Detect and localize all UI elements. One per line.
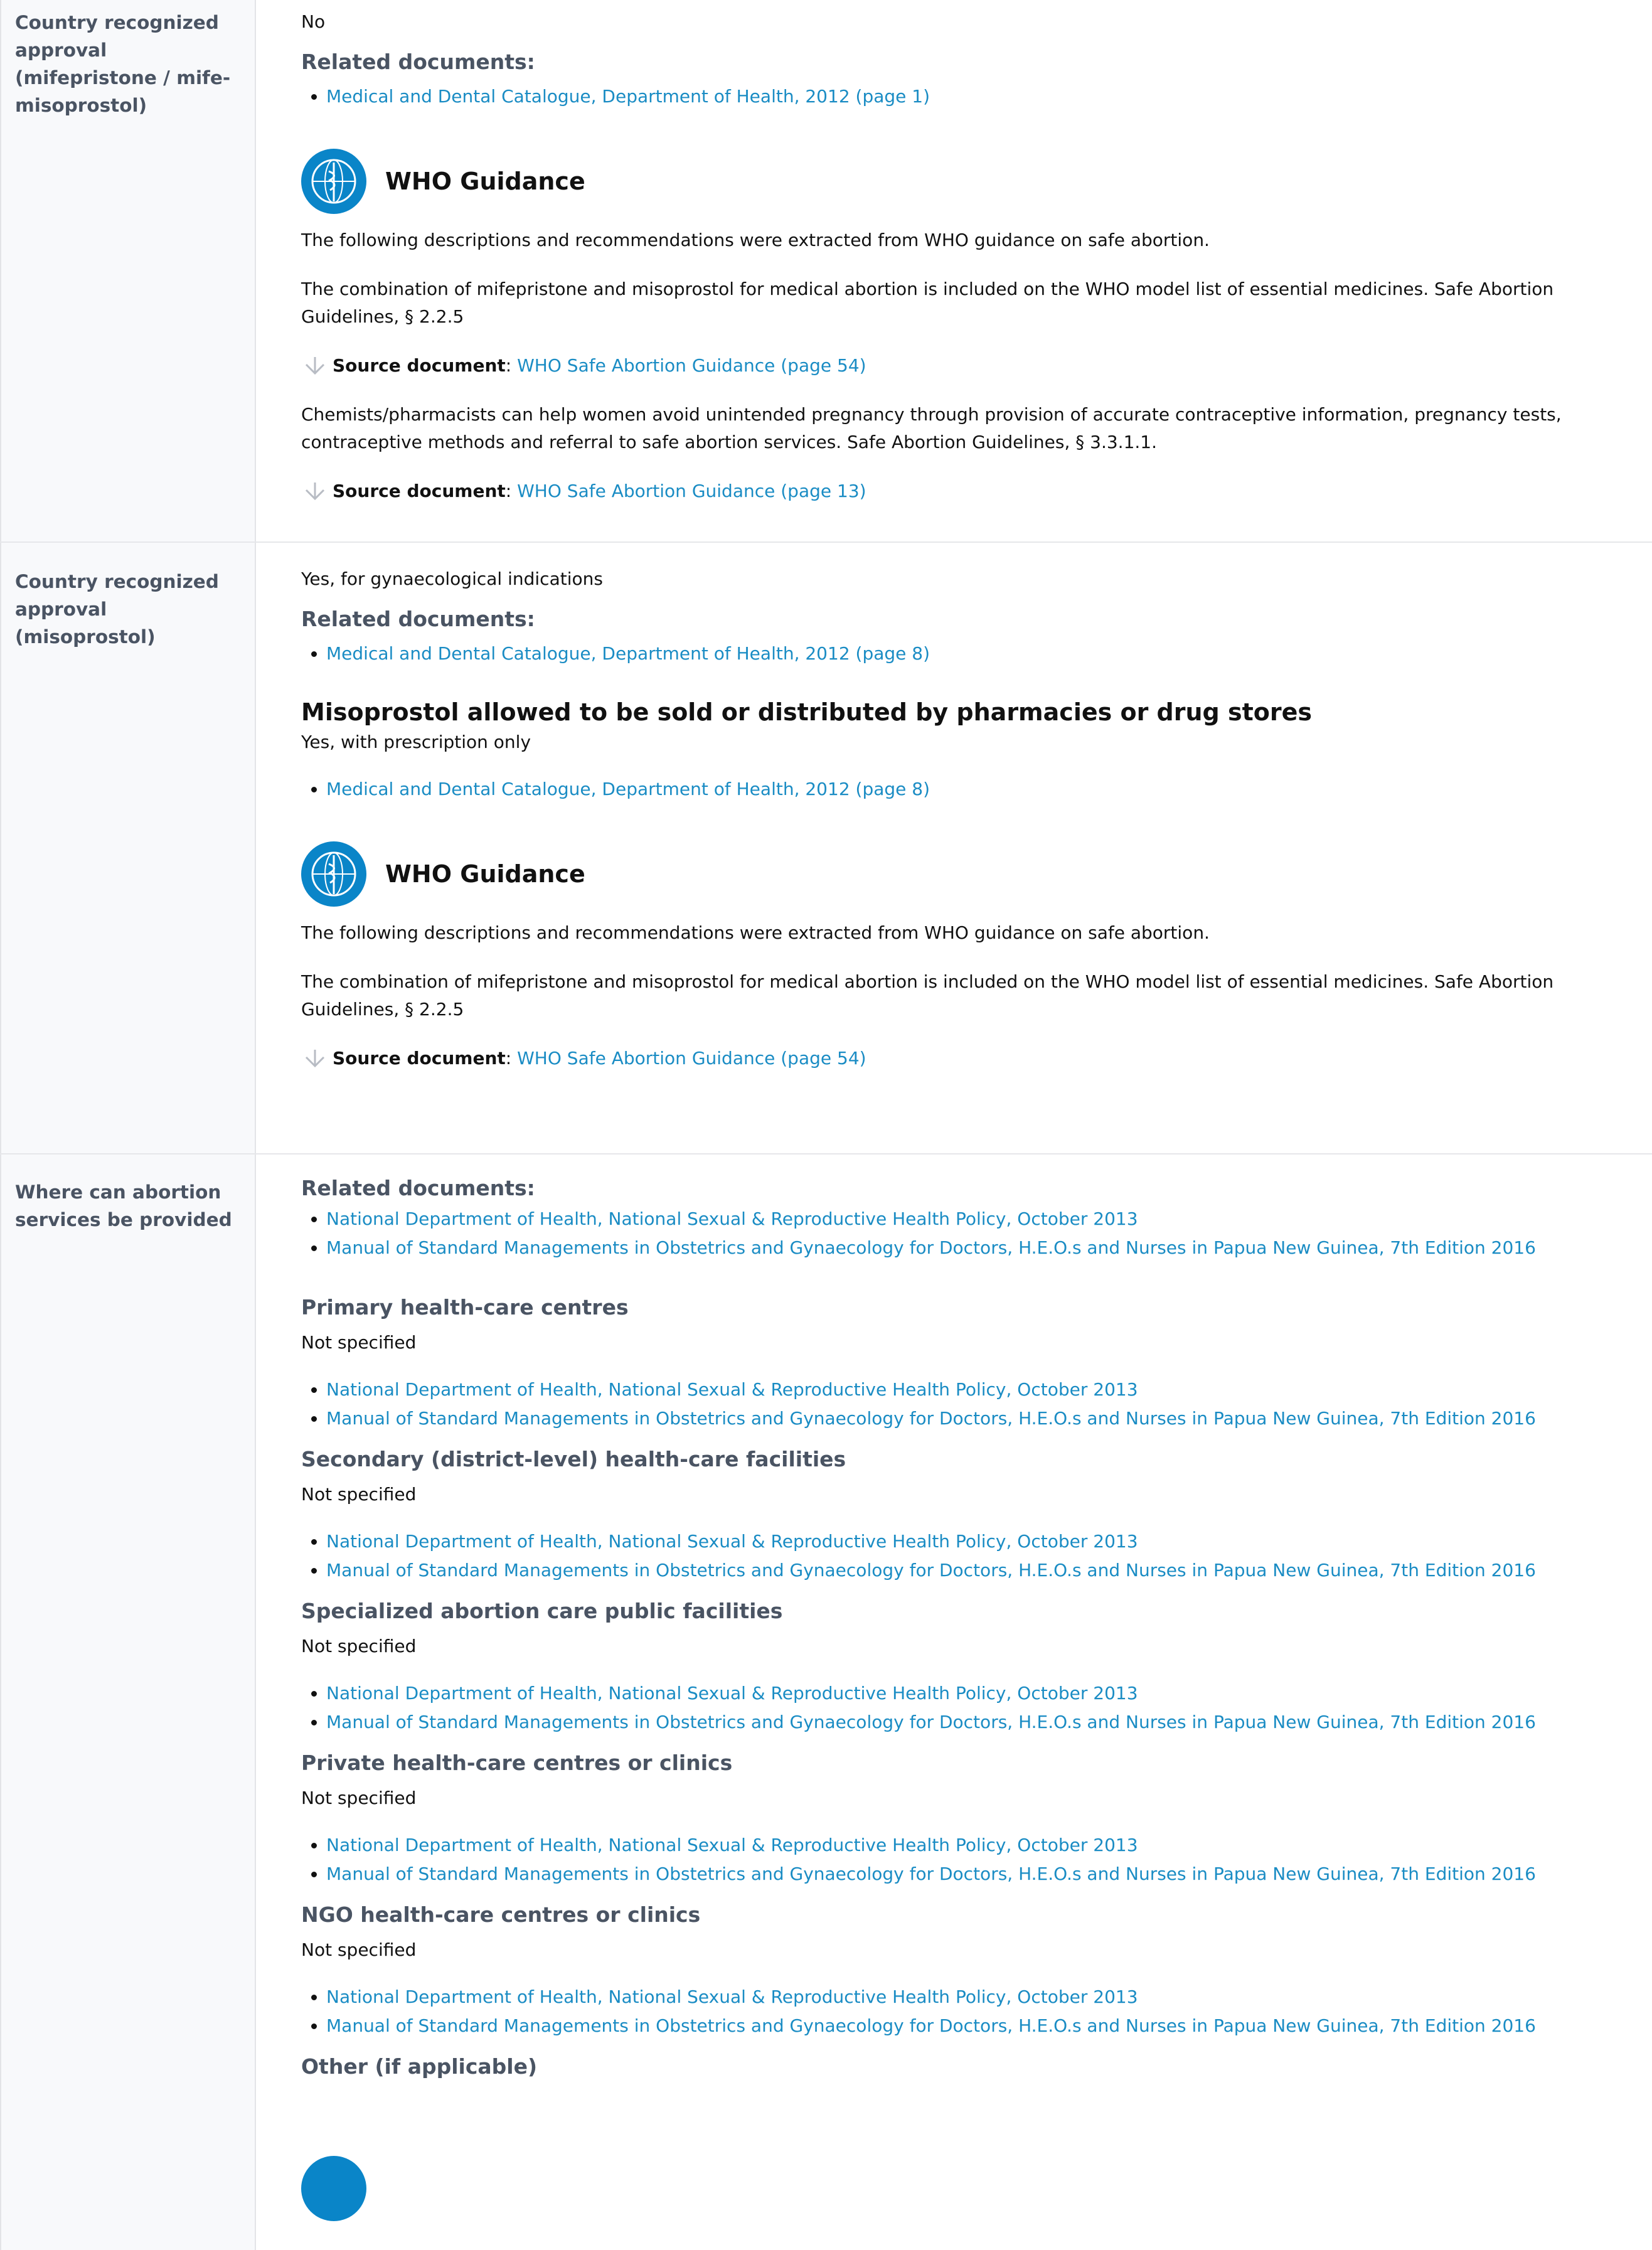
who-guidance-header: WHO Guidance [301, 149, 1629, 214]
related-documents-heading: Related documents: [301, 1176, 535, 1200]
document-link[interactable]: National Department of Health, National … [326, 1683, 1138, 1703]
download-arrow-icon [305, 483, 325, 501]
source-label: Source document [333, 1048, 506, 1069]
section-value: Not specified [301, 1332, 417, 1353]
source-link[interactable]: WHO Safe Abortion Guidance (page 54) [517, 352, 866, 380]
list-item: National Department of Health, National … [326, 1831, 1629, 1860]
list-item: Medical and Dental Catalogue, Department… [326, 775, 1629, 804]
list-item: Manual of Standard Managements in Obstet… [326, 1234, 1629, 1262]
section-title: Primary health-care centres [301, 1295, 629, 1320]
list-item: Medical and Dental Catalogue, Department… [326, 82, 1629, 111]
document-link[interactable]: Manual of Standard Managements in Obstet… [326, 1408, 1536, 1429]
section-documents-list: National Department of Health, National … [301, 1831, 1629, 1889]
source-label: Source document [333, 481, 506, 501]
document-link[interactable]: Manual of Standard Managements in Obstet… [326, 1712, 1536, 1732]
who-guidance-header-partial [301, 2156, 1629, 2221]
who-intro-text: The following descriptions and recommend… [301, 922, 1210, 943]
download-arrow-icon [305, 1050, 325, 1068]
source-link[interactable]: WHO Safe Abortion Guidance (page 54) [517, 1045, 866, 1072]
section-primary-health-care: Primary health-care centres Not specifie… [301, 1293, 1629, 1433]
download-arrow-icon [305, 357, 325, 375]
row-content: Related documents: National Department o… [256, 1154, 1629, 2250]
related-documents-heading: Related documents: [301, 607, 535, 631]
row-content: No Related documents: Medical and Dental… [256, 0, 1629, 541]
document-link[interactable]: Manual of Standard Managements in Obstet… [326, 1237, 1536, 1258]
who-logo-icon [301, 841, 366, 907]
section-documents-list: National Department of Health, National … [301, 1679, 1629, 1737]
row-content: Yes, for gynaecological indications Rela… [256, 543, 1629, 1153]
answer-value: Yes, for gynaecological indications [301, 568, 603, 589]
who-logo-icon [301, 2156, 366, 2221]
document-link[interactable]: National Department of Health, National … [326, 1531, 1138, 1552]
section-documents-list: National Department of Health, National … [301, 1983, 1629, 2040]
section-title: Secondary (district-level) health-care f… [301, 1447, 846, 1471]
source-document: Source document: WHO Safe Abortion Guida… [301, 477, 1629, 505]
who-guidance-text: The combination of mifepristone and miso… [301, 971, 1554, 1020]
related-documents-heading: Related documents: [301, 50, 535, 74]
section-ngo-health-care: NGO health-care centres or clinics Not s… [301, 1894, 1629, 2040]
section-value: Not specified [301, 1788, 417, 1808]
source-document: Source document: WHO Safe Abortion Guida… [301, 1045, 1629, 1072]
pharmacy-documents-list: Medical and Dental Catalogue, Department… [301, 775, 1629, 804]
section-title: Specialized abortion care public facilit… [301, 1599, 783, 1623]
section-title: NGO health-care centres or clinics [301, 1902, 701, 1927]
section-documents-list: National Department of Health, National … [301, 1527, 1629, 1585]
who-guidance-text: Chemists/pharmacists can help women avoi… [301, 404, 1562, 452]
source-link[interactable]: WHO Safe Abortion Guidance (page 13) [517, 477, 866, 505]
list-item: National Department of Health, National … [326, 1527, 1629, 1556]
who-guidance-text: The combination of mifepristone and miso… [301, 279, 1554, 327]
row-label: Country recognized approval (mifepriston… [0, 0, 256, 541]
row-where-services-provided: Where can abortion services be provided … [0, 1154, 1652, 2250]
document-link[interactable]: Medical and Dental Catalogue, Department… [326, 779, 930, 799]
document-link[interactable]: Manual of Standard Managements in Obstet… [326, 1560, 1536, 1581]
list-item: Manual of Standard Managements in Obstet… [326, 2012, 1629, 2040]
section-title: Other (if applicable) [301, 2054, 538, 2079]
document-link[interactable]: National Department of Health, National … [326, 1835, 1138, 1855]
section-title: Private health-care centres or clinics [301, 1751, 733, 1775]
document-link[interactable]: National Department of Health, National … [326, 1379, 1138, 1400]
document-link[interactable]: Manual of Standard Managements in Obstet… [326, 1863, 1536, 1884]
row-mifepristone-approval: Country recognized approval (mifepriston… [0, 0, 1652, 543]
list-item: National Department of Health, National … [326, 1983, 1629, 2012]
document-link[interactable]: National Department of Health, National … [326, 1208, 1138, 1229]
document-link[interactable]: Medical and Dental Catalogue, Department… [326, 643, 930, 664]
related-documents-list: Medical and Dental Catalogue, Department… [301, 639, 1629, 668]
list-item: National Department of Health, National … [326, 1205, 1629, 1234]
answer-value: No [301, 11, 326, 32]
related-documents-list: National Department of Health, National … [301, 1205, 1629, 1262]
source-label: Source document [333, 355, 506, 376]
document-link[interactable]: Manual of Standard Managements in Obstet… [326, 2015, 1536, 2036]
row-label: Where can abortion services be provided [0, 1154, 256, 2250]
list-item: National Department of Health, National … [326, 1679, 1629, 1708]
pharmacy-heading: Misoprostol allowed to be sold or distri… [301, 698, 1312, 726]
who-guidance-title: WHO Guidance [385, 860, 585, 888]
row-misoprostol-approval: Country recognized approval (misoprostol… [0, 543, 1652, 1154]
document-link[interactable]: National Department of Health, National … [326, 1986, 1138, 2007]
list-item: Manual of Standard Managements in Obstet… [326, 1860, 1629, 1889]
page: Country recognized approval (mifepriston… [0, 0, 1652, 2250]
section-value: Not specified [301, 1939, 417, 1960]
who-logo-icon [301, 149, 366, 214]
section-value: Not specified [301, 1636, 417, 1656]
section-value: Not specified [301, 1484, 417, 1505]
list-item: Medical and Dental Catalogue, Department… [326, 639, 1629, 668]
who-intro-text: The following descriptions and recommend… [301, 230, 1210, 250]
document-link[interactable]: Medical and Dental Catalogue, Department… [326, 86, 930, 107]
related-documents-list: Medical and Dental Catalogue, Department… [301, 82, 1629, 111]
pharmacy-value: Yes, with prescription only [301, 732, 531, 752]
list-item: Manual of Standard Managements in Obstet… [326, 1708, 1629, 1737]
section-secondary-health-care: Secondary (district-level) health-care f… [301, 1438, 1629, 1585]
list-item: Manual of Standard Managements in Obstet… [326, 1404, 1629, 1433]
section-other: Other (if applicable) [301, 2045, 1629, 2082]
source-document: Source document: WHO Safe Abortion Guida… [301, 352, 1629, 380]
who-guidance-header: WHO Guidance [301, 841, 1629, 907]
list-item: Manual of Standard Managements in Obstet… [326, 1556, 1629, 1585]
list-item: National Department of Health, National … [326, 1375, 1629, 1404]
section-documents-list: National Department of Health, National … [301, 1375, 1629, 1433]
row-label: Country recognized approval (misoprostol… [0, 543, 256, 1153]
section-specialized-abortion-care: Specialized abortion care public facilit… [301, 1590, 1629, 1737]
who-guidance-title: WHO Guidance [385, 168, 585, 195]
section-private-health-care: Private health-care centres or clinics N… [301, 1742, 1629, 1889]
